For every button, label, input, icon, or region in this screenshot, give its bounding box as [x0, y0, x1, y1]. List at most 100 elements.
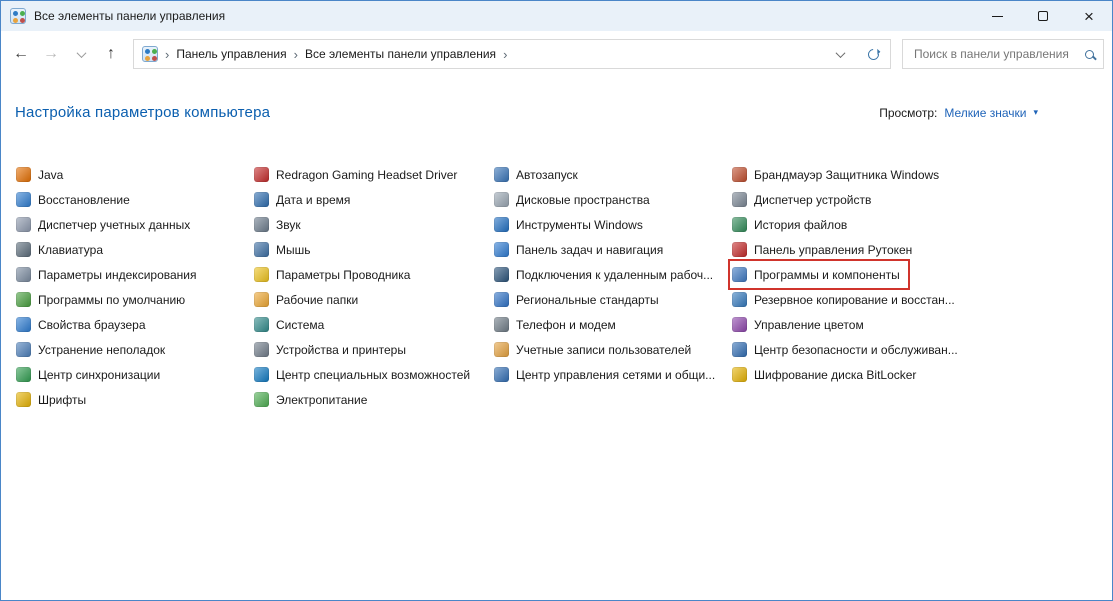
control-panel-item[interactable]: Шифрование диска BitLocker	[731, 362, 923, 387]
taskbar-icon	[494, 242, 509, 257]
control-panel-item[interactable]: Программы и компоненты	[731, 262, 907, 287]
credential-manager-icon	[16, 217, 31, 232]
item-label: Java	[38, 168, 63, 182]
window-title: Все элементы панели управления	[34, 9, 225, 23]
address-dropdown-button[interactable]	[827, 41, 853, 67]
devices-printers-icon	[254, 342, 269, 357]
control-panel-item[interactable]: Подключения к удаленным рабоч...	[493, 262, 720, 287]
chevron-down-icon	[835, 48, 845, 58]
rutoken-icon	[732, 242, 747, 257]
control-panel-item[interactable]: Свойства браузера	[15, 312, 153, 337]
view-mode-dropdown[interactable]: Мелкие значки	[944, 106, 1026, 120]
breadcrumb-separator: ›	[503, 48, 507, 61]
items-column: Java ВосстановлениеДиспетчер учетных данн…	[15, 162, 253, 412]
item-label: Параметры индексирования	[38, 268, 196, 282]
control-panel-item[interactable]: Учетные записи пользователей	[493, 337, 698, 362]
control-panel-item[interactable]: Рабочие папки	[253, 287, 365, 312]
close-icon: ×	[1084, 8, 1094, 25]
control-panel-item[interactable]: Брандмауэр Защитника Windows	[731, 162, 946, 187]
troubleshooting-icon	[16, 342, 31, 357]
date-time-icon	[254, 192, 269, 207]
control-panel-item[interactable]: История файлов	[731, 212, 854, 237]
control-panel-item[interactable]: Центр безопасности и обслуживан...	[731, 337, 965, 362]
control-panel-item[interactable]: Инструменты Windows	[493, 212, 650, 237]
chevron-down-icon	[76, 48, 86, 58]
control-panel-item[interactable]: Мышь	[253, 237, 318, 262]
java-icon	[16, 167, 31, 182]
item-label: Управление цветом	[754, 318, 864, 332]
control-panel-item[interactable]: Redragon Gaming Headset Driver	[253, 162, 464, 187]
control-panel-item[interactable]: Дисковые пространства	[493, 187, 657, 212]
search-icon[interactable]	[1085, 50, 1094, 59]
programs-features-icon	[732, 267, 747, 282]
item-label: Центр безопасности и обслуживан...	[754, 343, 958, 357]
network-center-icon	[494, 367, 509, 382]
control-panel-item[interactable]: Резервное копирование и восстан...	[731, 287, 962, 312]
recent-pages-dropdown-button[interactable]	[67, 40, 95, 68]
header-row: Настройка параметров компьютера Просмотр…	[15, 104, 1098, 121]
remote-desktop-icon	[494, 267, 509, 282]
control-panel-item[interactable]: Центр специальных возможностей	[253, 362, 477, 387]
power-options-icon	[254, 392, 269, 407]
refresh-button[interactable]	[860, 41, 886, 67]
items-column: АвтозапускДисковые пространстваИнструмен…	[493, 162, 731, 412]
control-panel-item[interactable]: Региональные стандарты	[493, 287, 666, 312]
items-column: Брандмауэр Защитника WindowsДиспетчер ус…	[731, 162, 1098, 412]
control-panel-item[interactable]: Java	[15, 162, 70, 187]
control-panel-item[interactable]: Диспетчер устройств	[731, 187, 878, 212]
control-panel-item[interactable]: Электропитание	[253, 387, 374, 412]
item-label: Шрифты	[38, 393, 86, 407]
back-button[interactable]: ←	[7, 40, 35, 68]
backup-restore-icon	[732, 292, 747, 307]
control-panel-item[interactable]: Дата и время	[253, 187, 357, 212]
control-panel-item[interactable]: Центр управления сетями и общи...	[493, 362, 722, 387]
search-input[interactable]	[912, 46, 1079, 62]
control-panel-item[interactable]: Восстановление	[15, 187, 137, 212]
autoplay-icon	[494, 167, 509, 182]
minimize-button[interactable]	[974, 1, 1020, 31]
control-panel-item[interactable]: Центр синхронизации	[15, 362, 167, 387]
control-panel-item[interactable]: Клавиатура	[15, 237, 110, 262]
redragon-icon	[254, 167, 269, 182]
window-controls: ×	[974, 1, 1112, 31]
breadcrumb-separator: ›	[294, 48, 298, 61]
indexing-options-icon	[16, 267, 31, 282]
recovery-icon	[16, 192, 31, 207]
up-button[interactable]: ↑	[97, 40, 125, 68]
control-panel-item[interactable]: Программы по умолчанию	[15, 287, 192, 312]
control-panel-item[interactable]: Панель управления Рутокен	[731, 237, 919, 262]
item-label: Свойства браузера	[38, 318, 146, 332]
item-label: Redragon Gaming Headset Driver	[276, 168, 457, 182]
control-panel-item[interactable]: Диспетчер учетных данных	[15, 212, 197, 237]
breadcrumb-separator: ›	[165, 48, 169, 61]
item-label: Рабочие папки	[276, 293, 358, 307]
security-center-icon	[732, 342, 747, 357]
address-bar[interactable]: › Панель управления › Все элементы панел…	[133, 39, 891, 69]
control-panel-item[interactable]: Звук	[253, 212, 308, 237]
control-panel-item[interactable]: Телефон и модем	[493, 312, 623, 337]
control-panel-item[interactable]: Устройства и принтеры	[253, 337, 413, 362]
control-panel-item[interactable]: Параметры индексирования	[15, 262, 203, 287]
control-panel-item[interactable]: Система	[253, 312, 331, 337]
item-label: Резервное копирование и восстан...	[754, 293, 955, 307]
control-panel-item[interactable]: Устранение неполадок	[15, 337, 172, 362]
control-panel-item[interactable]: Автозапуск	[493, 162, 585, 187]
sound-icon	[254, 217, 269, 232]
item-label: Система	[276, 318, 324, 332]
item-label: Подключения к удаленным рабоч...	[516, 268, 713, 282]
dropdown-arrow-icon: ▾	[1033, 107, 1038, 118]
bitlocker-icon	[732, 367, 747, 382]
ease-of-access-icon	[254, 367, 269, 382]
breadcrumb-all-items[interactable]: Все элементы панели управления	[305, 47, 496, 61]
close-button[interactable]: ×	[1066, 1, 1112, 31]
control-panel-item[interactable]: Шрифты	[15, 387, 93, 412]
search-box	[902, 39, 1104, 69]
breadcrumb-control-panel[interactable]: Панель управления	[176, 47, 286, 61]
control-panel-item[interactable]: Панель задач и навигация	[493, 237, 670, 262]
control-panel-item[interactable]: Параметры Проводника	[253, 262, 417, 287]
maximize-button[interactable]	[1020, 1, 1066, 31]
control-panel-item[interactable]: Управление цветом	[731, 312, 871, 337]
color-management-icon	[732, 317, 747, 332]
forward-button[interactable]: →	[37, 40, 65, 68]
item-label: Центр специальных возможностей	[276, 368, 470, 382]
